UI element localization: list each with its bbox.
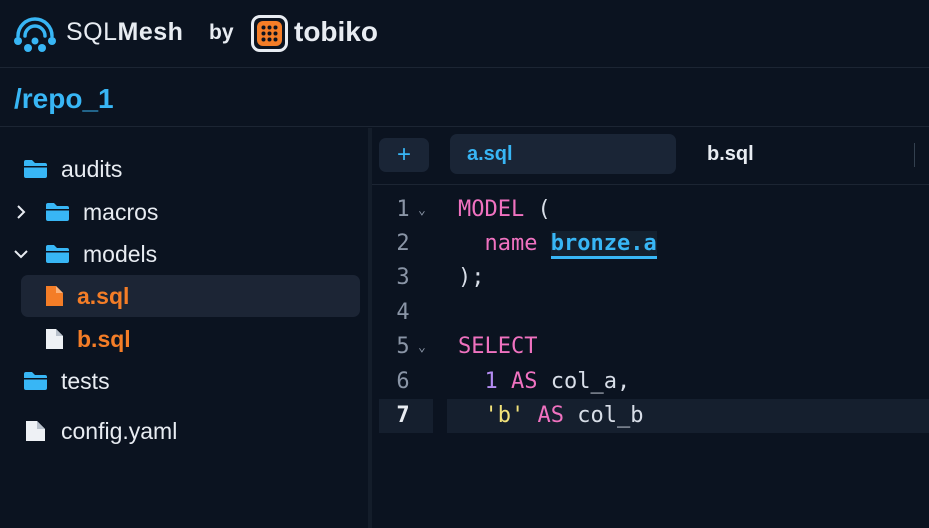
close-token: );	[458, 265, 485, 290]
identifier-token: col_b	[564, 403, 644, 428]
sqlmesh-logo-icon	[14, 17, 56, 52]
string-token: 'b'	[484, 403, 525, 428]
tobiko-logo-icon	[251, 15, 288, 52]
number-token: 1	[484, 369, 498, 394]
line-number: 6	[396, 369, 410, 394]
code-line-active: 7 'b' AS col_b	[372, 399, 929, 433]
brand-mesh-text: Mesh	[117, 18, 184, 46]
keyword-token: AS	[511, 369, 538, 394]
code-text[interactable]: 1 AS col_a,	[447, 365, 929, 399]
keyword-token: MODEL	[458, 197, 525, 222]
line-number: 7	[396, 403, 410, 428]
tab-b-sql[interactable]: b.sql	[707, 134, 754, 174]
file-icon	[46, 329, 63, 349]
line-number: 4	[396, 300, 410, 325]
code-line: 4	[372, 296, 929, 330]
code-line: 1 ⌄ MODEL (	[372, 193, 929, 227]
tree-item-a-sql[interactable]: a.sql	[21, 275, 360, 317]
folder-icon	[24, 160, 47, 178]
code-editor[interactable]: 1 ⌄ MODEL ( 2 name bronze.a 3 ); 4 5 ⌄ S…	[372, 186, 929, 528]
chevron-down-icon[interactable]	[14, 247, 28, 261]
tree-item-tests[interactable]: tests	[22, 360, 352, 402]
tree-item-label: audits	[61, 155, 123, 182]
code-text[interactable]: SELECT	[447, 330, 929, 364]
tree-item-label: b.sql	[77, 325, 131, 352]
tree-item-audits[interactable]: audits	[22, 148, 352, 190]
folder-icon	[24, 372, 47, 390]
file-icon	[26, 421, 45, 441]
brand-by-text: by	[209, 21, 234, 44]
code-text[interactable]	[447, 296, 929, 330]
keyword-token: name	[484, 231, 538, 256]
keyword-token: AS	[537, 403, 565, 428]
fold-chevron-icon[interactable]: ⌄	[418, 340, 426, 355]
tree-item-models[interactable]: models	[44, 233, 354, 275]
brand-tobiko-text: tobiko	[294, 16, 378, 47]
tree-item-label: a.sql	[77, 282, 130, 309]
tab-label: b.sql	[707, 142, 754, 165]
tree-item-label: tests	[61, 367, 110, 394]
code-text[interactable]: MODEL (	[447, 193, 929, 227]
line-number: 2	[396, 231, 410, 256]
app-header: SQLMesh by tobiko	[0, 0, 929, 68]
brand-sql-text: SQL	[66, 18, 118, 46]
code-text[interactable]: 'b' AS col_b	[447, 399, 929, 433]
keyword-token: SELECT	[458, 334, 538, 359]
code-line: 2 name bronze.a	[372, 227, 929, 261]
project-path-bar: /repo_1	[0, 69, 929, 127]
brand-name: SQLMesh	[66, 18, 183, 47]
paren-token: (	[524, 197, 551, 222]
tree-item-config-yaml[interactable]: config.yaml	[22, 410, 352, 452]
editor-tab-bar: + a.sql b.sql	[372, 128, 929, 185]
code-line: 6 1 AS col_a,	[372, 365, 929, 399]
code-text[interactable]: name bronze.a	[447, 227, 929, 261]
folder-icon	[46, 203, 69, 221]
tab-divider	[914, 143, 915, 167]
model-reference-link[interactable]: bronze.a	[550, 231, 657, 259]
add-tab-button[interactable]: +	[379, 138, 429, 172]
file-icon	[46, 286, 63, 306]
tree-item-label: macros	[83, 198, 159, 225]
tree-item-b-sql[interactable]: b.sql	[43, 318, 353, 360]
tree-item-label: config.yaml	[61, 417, 178, 444]
code-line: 3 );	[372, 261, 929, 295]
project-path[interactable]: /repo_1	[14, 83, 114, 115]
folder-icon	[46, 245, 69, 263]
code-line: 5 ⌄ SELECT	[372, 330, 929, 364]
fold-chevron-icon[interactable]: ⌄	[418, 203, 426, 218]
tab-a-sql[interactable]: a.sql	[450, 134, 676, 174]
chevron-right-icon[interactable]	[14, 205, 28, 219]
code-text[interactable]: );	[447, 261, 929, 295]
identifier-token: col_a,	[537, 369, 631, 394]
tree-item-label: models	[83, 240, 158, 267]
line-number: 3	[396, 265, 410, 290]
tab-label: a.sql	[467, 142, 513, 165]
tree-item-macros[interactable]: macros	[44, 191, 354, 233]
